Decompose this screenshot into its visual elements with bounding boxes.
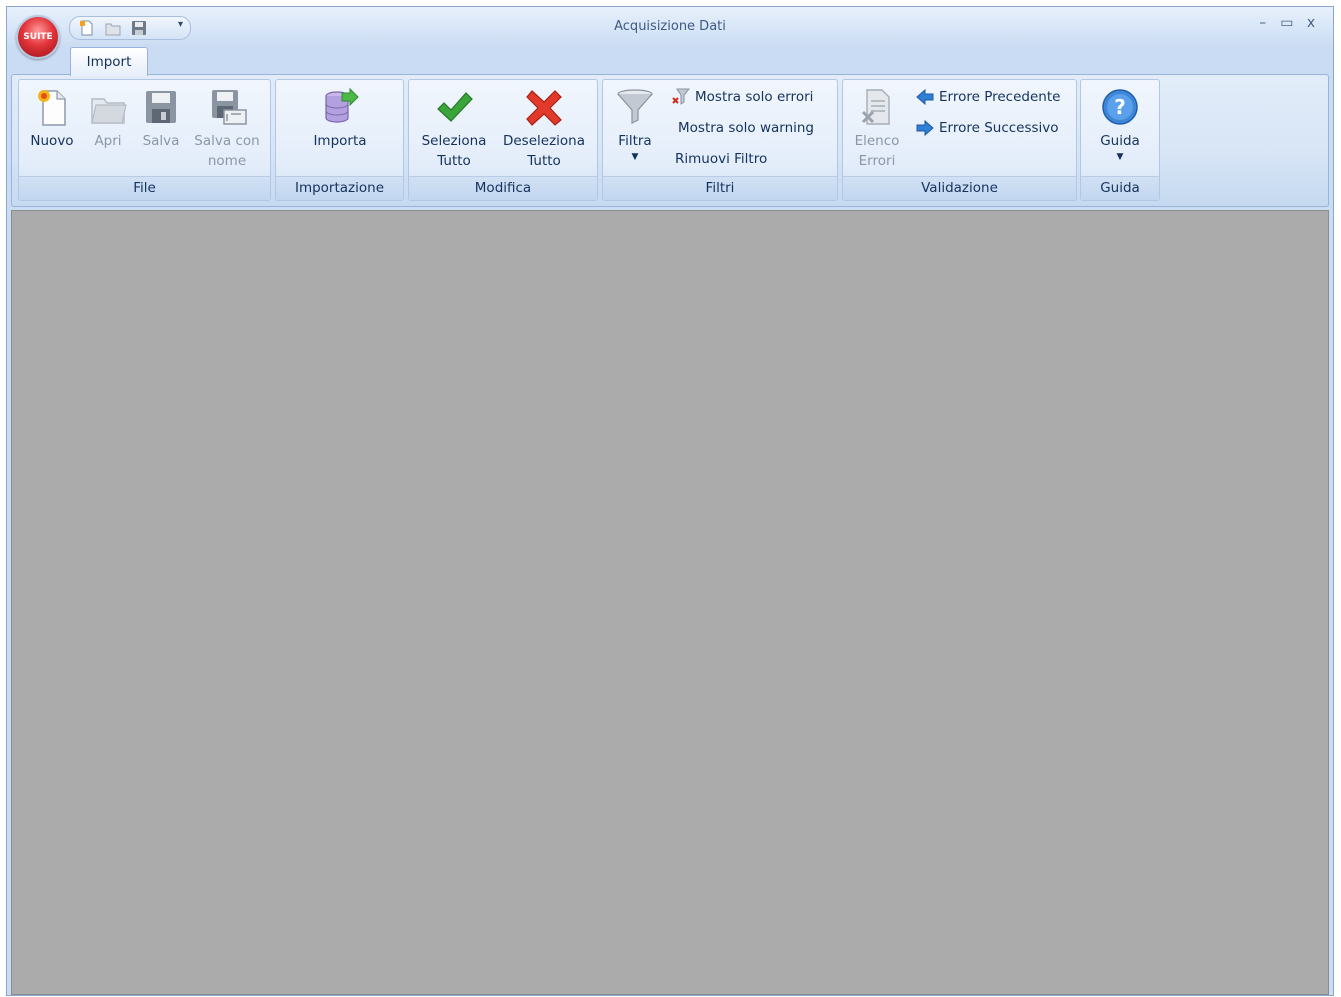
window-controls: – ▭ x (1253, 15, 1321, 31)
importa-label: Importa (313, 133, 367, 149)
ribbon: Nuovo Apri Salva Salva con nome File Imp… (11, 74, 1329, 207)
database-import-icon (325, 87, 359, 123)
elenco-errori-label: Elenco Errori (854, 133, 900, 169)
apri-button[interactable]: Apri (81, 84, 135, 176)
title-bar: Acquisizione Dati ▾ – ▭ x (7, 7, 1333, 47)
salva-con-nome-label: Salva con nome (194, 133, 260, 169)
quick-access-toolbar: ▾ (69, 16, 191, 40)
nuovo-button[interactable]: Nuovo (23, 84, 81, 176)
errore-precedente-button[interactable]: Errore Precedente (915, 86, 1060, 108)
group-guida: ? Guida ▼ Guida (1080, 79, 1160, 201)
svg-text:?: ? (1114, 95, 1126, 119)
filtra-dropdown-arrow-icon: ▼ (631, 152, 639, 162)
maximize-button[interactable]: ▭ (1277, 15, 1297, 31)
group-modifica-label: Modifica (409, 176, 597, 200)
minimize-button[interactable]: – (1253, 15, 1273, 31)
apri-label: Apri (94, 133, 122, 149)
customize-quick-access-button[interactable]: ▾ (178, 19, 183, 30)
arrow-left-icon (916, 88, 934, 106)
funnel-icon (617, 89, 653, 124)
salva-con-nome-button[interactable]: Salva con nome (187, 84, 267, 176)
salva-button[interactable]: Salva (135, 84, 187, 176)
group-file: Nuovo Apri Salva Salva con nome File (18, 79, 271, 201)
errore-precedente-label: Errore Precedente (939, 89, 1061, 105)
group-filtri-label: Filtri (603, 176, 837, 200)
mostra-solo-warning-button[interactable]: Mostra solo warning (678, 117, 814, 139)
folder-icon (91, 98, 127, 124)
rimuovi-filtro-button[interactable]: Rimuovi Filtro (675, 148, 767, 170)
seleziona-tutto-button[interactable]: Seleziona Tutto (415, 84, 493, 176)
floppy-disk-icon (146, 91, 176, 123)
help-icon: ? (1102, 89, 1138, 125)
mostra-solo-errori-label: Mostra solo errori (695, 89, 814, 105)
importa-button[interactable]: Importa (306, 84, 374, 176)
guida-label: Guida (1100, 133, 1140, 149)
rimuovi-filtro-label: Rimuovi Filtro (675, 151, 768, 167)
new-icon[interactable] (78, 20, 96, 36)
group-filtri: Filtra ▼ Mostra solo errori Mostra solo … (602, 79, 838, 201)
close-button[interactable]: x (1301, 15, 1321, 31)
tab-import[interactable]: Import (70, 47, 148, 76)
elenco-errori-button[interactable]: Elenco Errori (847, 84, 907, 176)
group-importazione-label: Importazione (276, 176, 403, 200)
application-button[interactable]: SUITE (16, 15, 60, 59)
app-logo-text: SUITE (23, 32, 53, 42)
workspace-area (11, 210, 1329, 995)
checkmark-icon (437, 92, 473, 122)
group-validazione-label: Validazione (843, 176, 1076, 200)
group-modifica: Seleziona Tutto Deseleziona Tutto Modifi… (408, 79, 598, 201)
filtra-button[interactable]: Filtra ▼ (607, 84, 663, 176)
new-document-icon (38, 90, 66, 126)
window-title: Acquisizione Dati (614, 19, 726, 34)
guida-dropdown-arrow-icon: ▼ (1116, 152, 1124, 162)
group-guida-label: Guida (1081, 176, 1159, 200)
deseleziona-tutto-label: Deseleziona Tutto (502, 133, 586, 169)
group-importazione: Importa Importazione (275, 79, 404, 201)
deseleziona-tutto-button[interactable]: Deseleziona Tutto (499, 84, 589, 176)
filtra-label: Filtra (618, 133, 652, 149)
errore-successivo-button[interactable]: Errore Successivo (915, 117, 1059, 139)
group-validazione: Elenco Errori Errore Precedente Errore S… (842, 79, 1077, 201)
error-list-icon (861, 89, 890, 125)
filter-error-icon (672, 88, 691, 105)
arrow-right-icon (916, 119, 934, 137)
errore-successivo-label: Errore Successivo (939, 120, 1059, 136)
group-file-label: File (19, 176, 270, 200)
nuovo-label: Nuovo (30, 133, 74, 149)
save-as-icon (212, 90, 247, 125)
salva-label: Salva (142, 133, 180, 149)
guida-button[interactable]: ? Guida ▼ (1090, 84, 1150, 176)
seleziona-tutto-label: Seleziona Tutto (421, 133, 487, 169)
cross-icon (526, 90, 562, 126)
mostra-solo-warning-label: Mostra solo warning (678, 120, 815, 136)
save-icon[interactable] (130, 20, 148, 36)
app-window: Acquisizione Dati ▾ – ▭ x SUITE Import N… (6, 6, 1334, 996)
mostra-solo-errori-button[interactable]: Mostra solo errori (671, 86, 813, 108)
open-icon[interactable] (104, 20, 122, 36)
